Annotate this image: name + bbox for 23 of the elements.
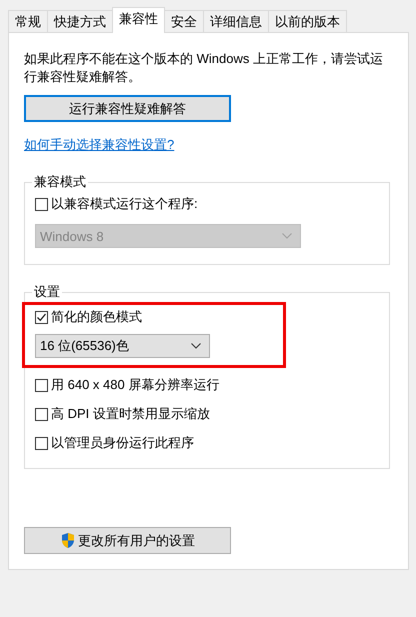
checkbox[interactable] <box>35 408 48 420</box>
help-link[interactable]: 如何手动选择兼容性设置? <box>24 136 174 154</box>
tab[interactable]: 以前的版本 <box>268 10 347 32</box>
checkbox-label[interactable]: 用 640 x 480 屏幕分辨率运行 <box>51 376 220 394</box>
change-all-users-button[interactable]: 更改所有用户的设置 <box>24 527 231 554</box>
tab[interactable]: 兼容性 <box>112 7 165 33</box>
chevron-down-icon <box>282 233 292 239</box>
dropdown[interactable]: 16 位(65536)色 <box>35 334 210 358</box>
checkbox-label[interactable]: 以兼容模式运行这个程序: <box>51 195 198 213</box>
troubleshoot-button[interactable]: 运行兼容性疑难解答 <box>24 95 231 122</box>
checkbox[interactable] <box>35 310 48 324</box>
checkbox-label[interactable]: 高 DPI 设置时禁用显示缩放 <box>51 405 210 423</box>
checkbox[interactable] <box>35 378 48 392</box>
checkbox[interactable] <box>35 436 48 450</box>
shield-icon <box>60 532 76 549</box>
description-text: 如果此程序不能在这个版本的 Windows 上正常工作，请尝试运行兼容性疑难解答。 <box>24 50 384 86</box>
checkbox-label[interactable]: 以管理员身份运行此程序 <box>51 434 194 452</box>
chevron-down-icon <box>191 343 201 349</box>
tab[interactable]: 常规 <box>8 10 48 32</box>
checkbox[interactable] <box>35 198 48 210</box>
group-title: 兼容模式 <box>33 173 87 191</box>
group-title: 设置 <box>33 283 61 301</box>
checkbox-label[interactable]: 简化的颜色模式 <box>51 308 142 326</box>
